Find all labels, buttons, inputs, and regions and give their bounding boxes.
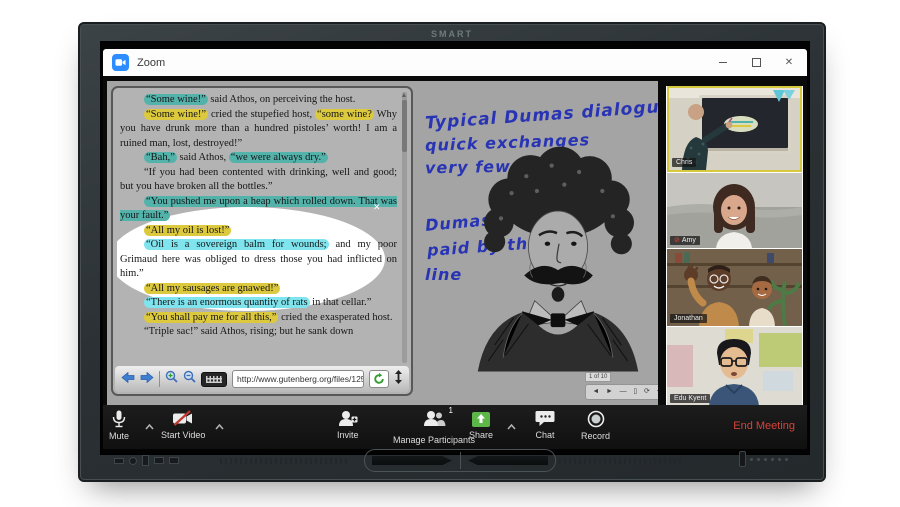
zoom-logo-icon <box>112 54 129 71</box>
document-text-segment: said Athos, on perceiving the host. <box>208 94 356 105</box>
microphone-icon <box>112 410 126 428</box>
video-tile[interactable]: Jonathan <box>667 249 802 326</box>
monitor-brand-logo: SMART <box>80 29 824 39</box>
monitor-screen: Zoom ✕ “Some w <box>100 41 810 455</box>
keyboard-icon[interactable] <box>201 372 227 387</box>
whiteboard-note-line: line <box>425 265 462 284</box>
url-text: http://www.gutenberg.org/files/1257 <box>233 374 364 384</box>
highlighted-text: “You shall pay me for all this,” <box>144 312 278 323</box>
window-title: Zoom <box>137 57 165 69</box>
speaker-grille <box>554 458 684 464</box>
pen-tray <box>364 449 556 472</box>
scroll-up-icon[interactable] <box>402 93 406 97</box>
browser-toolbar: http://www.gutenberg.org/files/1257 <box>115 366 409 392</box>
maximize-button[interactable] <box>748 55 764 71</box>
highlighted-text: “some wine? <box>315 109 374 120</box>
page-forward-button[interactable]: ► <box>606 387 613 397</box>
video-options-chevron[interactable] <box>215 417 224 435</box>
close-button[interactable]: ✕ <box>781 55 797 71</box>
participant-name: Amy <box>682 236 696 245</box>
participants-count-badge: 1 <box>449 406 453 415</box>
video-tile[interactable]: Chris <box>667 86 802 172</box>
whiteboard-note-line: Typical Dumas dialogue <box>425 96 658 133</box>
fit-height-icon[interactable] <box>394 370 403 389</box>
highlighted-text: “You pushed me upon a heap which rolled … <box>120 196 397 222</box>
zoom-window: Zoom ✕ “Some w <box>103 49 807 449</box>
participants-icon <box>422 410 446 427</box>
reload-button[interactable] <box>369 370 389 388</box>
start-video-button[interactable]: Start Video <box>161 410 205 440</box>
toolbar-divider <box>159 371 160 387</box>
document-page: “Some wine!” said Athos, on perceiving t… <box>117 91 400 365</box>
document-text-segment: “If you had been contented with drinking… <box>120 167 397 193</box>
pager-page-icon[interactable]: ▯ <box>633 387 637 397</box>
highlighted-text: “Oil is a sovereign balm for wounds; <box>144 239 329 250</box>
scrollbar-thumb[interactable] <box>402 100 407 152</box>
document-scrollbar[interactable] <box>402 92 407 363</box>
page-indicator: 1 of 10 <box>585 372 611 382</box>
highlighted-text: “we were always dry.” <box>229 152 328 163</box>
invite-button[interactable]: Invite <box>337 410 359 440</box>
speaker-grille <box>220 458 350 464</box>
smart-board-monitor: SMART Zoom ✕ <box>78 22 826 482</box>
document-viewer[interactable]: “Some wine!” said Athos, on perceiving t… <box>111 86 413 396</box>
url-field[interactable]: http://www.gutenberg.org/files/1257 <box>232 370 364 388</box>
stylus-pen[interactable] <box>372 456 452 465</box>
participant-name: Jonathan <box>674 314 703 323</box>
video-panel: Chris <box>666 79 803 410</box>
shared-screen: “Some wine!” said Athos, on perceiving t… <box>107 81 658 405</box>
document-text-segment: “Triple sac!” said Athos, rising; but he… <box>144 326 353 337</box>
video-tile[interactable]: Edu Kyent <box>667 327 802 406</box>
camera-off-icon <box>172 410 194 427</box>
whiteboard-pager-toolbar: 1 of 10 ◄ ► — ▯ ⟳ ⋯ <box>585 365 658 400</box>
pager-dash-icon[interactable]: — <box>620 387 627 397</box>
control-buttons[interactable] <box>739 451 788 467</box>
mute-button[interactable]: Mute <box>109 410 129 441</box>
mic-muted-icon: ⊘ <box>674 236 680 245</box>
document-text-segment: said Athos, <box>177 152 229 163</box>
share-button[interactable]: Share <box>469 410 493 440</box>
mute-options-chevron[interactable] <box>145 417 154 435</box>
page: SMART Zoom ✕ <box>0 0 900 507</box>
minimize-button[interactable] <box>715 55 731 71</box>
record-button[interactable]: Record <box>581 410 610 441</box>
back-button[interactable] <box>121 370 135 388</box>
highlighted-text: “Some wine!” <box>144 109 208 120</box>
forward-button[interactable] <box>140 370 154 388</box>
record-icon <box>587 410 605 428</box>
dumas-portrait-sketch <box>463 143 653 373</box>
zoom-out-icon[interactable] <box>183 370 196 388</box>
chat-icon <box>535 410 555 427</box>
document-text: “Some wine!” said Athos, on perceiving t… <box>117 91 400 340</box>
invite-icon <box>338 410 358 427</box>
participant-name: Edu Kyent <box>674 394 706 403</box>
highlighted-text: “Bah,” <box>144 152 177 163</box>
zoom-in-icon[interactable] <box>165 370 178 388</box>
share-screen-icon <box>471 410 491 427</box>
annotation-close-icon[interactable]: ✕ <box>373 203 381 212</box>
video-tile[interactable]: ⊘Amy <box>667 173 802 248</box>
share-options-chevron[interactable] <box>507 417 516 435</box>
document-text-segment: cried the stupefied host, <box>208 109 315 120</box>
window-titlebar[interactable]: Zoom ✕ <box>103 49 807 76</box>
document-text-segment: in that cellar.” <box>310 297 372 308</box>
pager-sync-icon[interactable]: ⟳ <box>644 387 650 397</box>
highlighted-text: “Some wine!” <box>144 94 208 105</box>
highlighted-text: “All my oil is lost!” <box>144 225 231 236</box>
document-text-segment: cried the exasperated host. <box>278 312 392 323</box>
end-meeting-button[interactable]: End Meeting <box>733 420 795 432</box>
video-panel-top-strip <box>666 79 803 86</box>
window-controls: ✕ <box>715 49 797 76</box>
meeting-content: “Some wine!” said Athos, on perceiving t… <box>103 76 807 449</box>
page-back-button[interactable]: ◄ <box>592 387 599 397</box>
chat-button[interactable]: Chat <box>535 410 555 440</box>
connector-ports <box>114 455 179 466</box>
meeting-toolbar: Mute Start Video <box>103 405 807 449</box>
participant-name: Chris <box>676 158 692 167</box>
highlighted-text: “All my sausages are gnawed!” <box>144 283 280 294</box>
stylus-pen[interactable] <box>468 456 548 465</box>
highlighted-text: “There is an enormous quantity of rats <box>144 297 310 308</box>
pager-more-icon[interactable]: ⋯ <box>657 387 658 397</box>
